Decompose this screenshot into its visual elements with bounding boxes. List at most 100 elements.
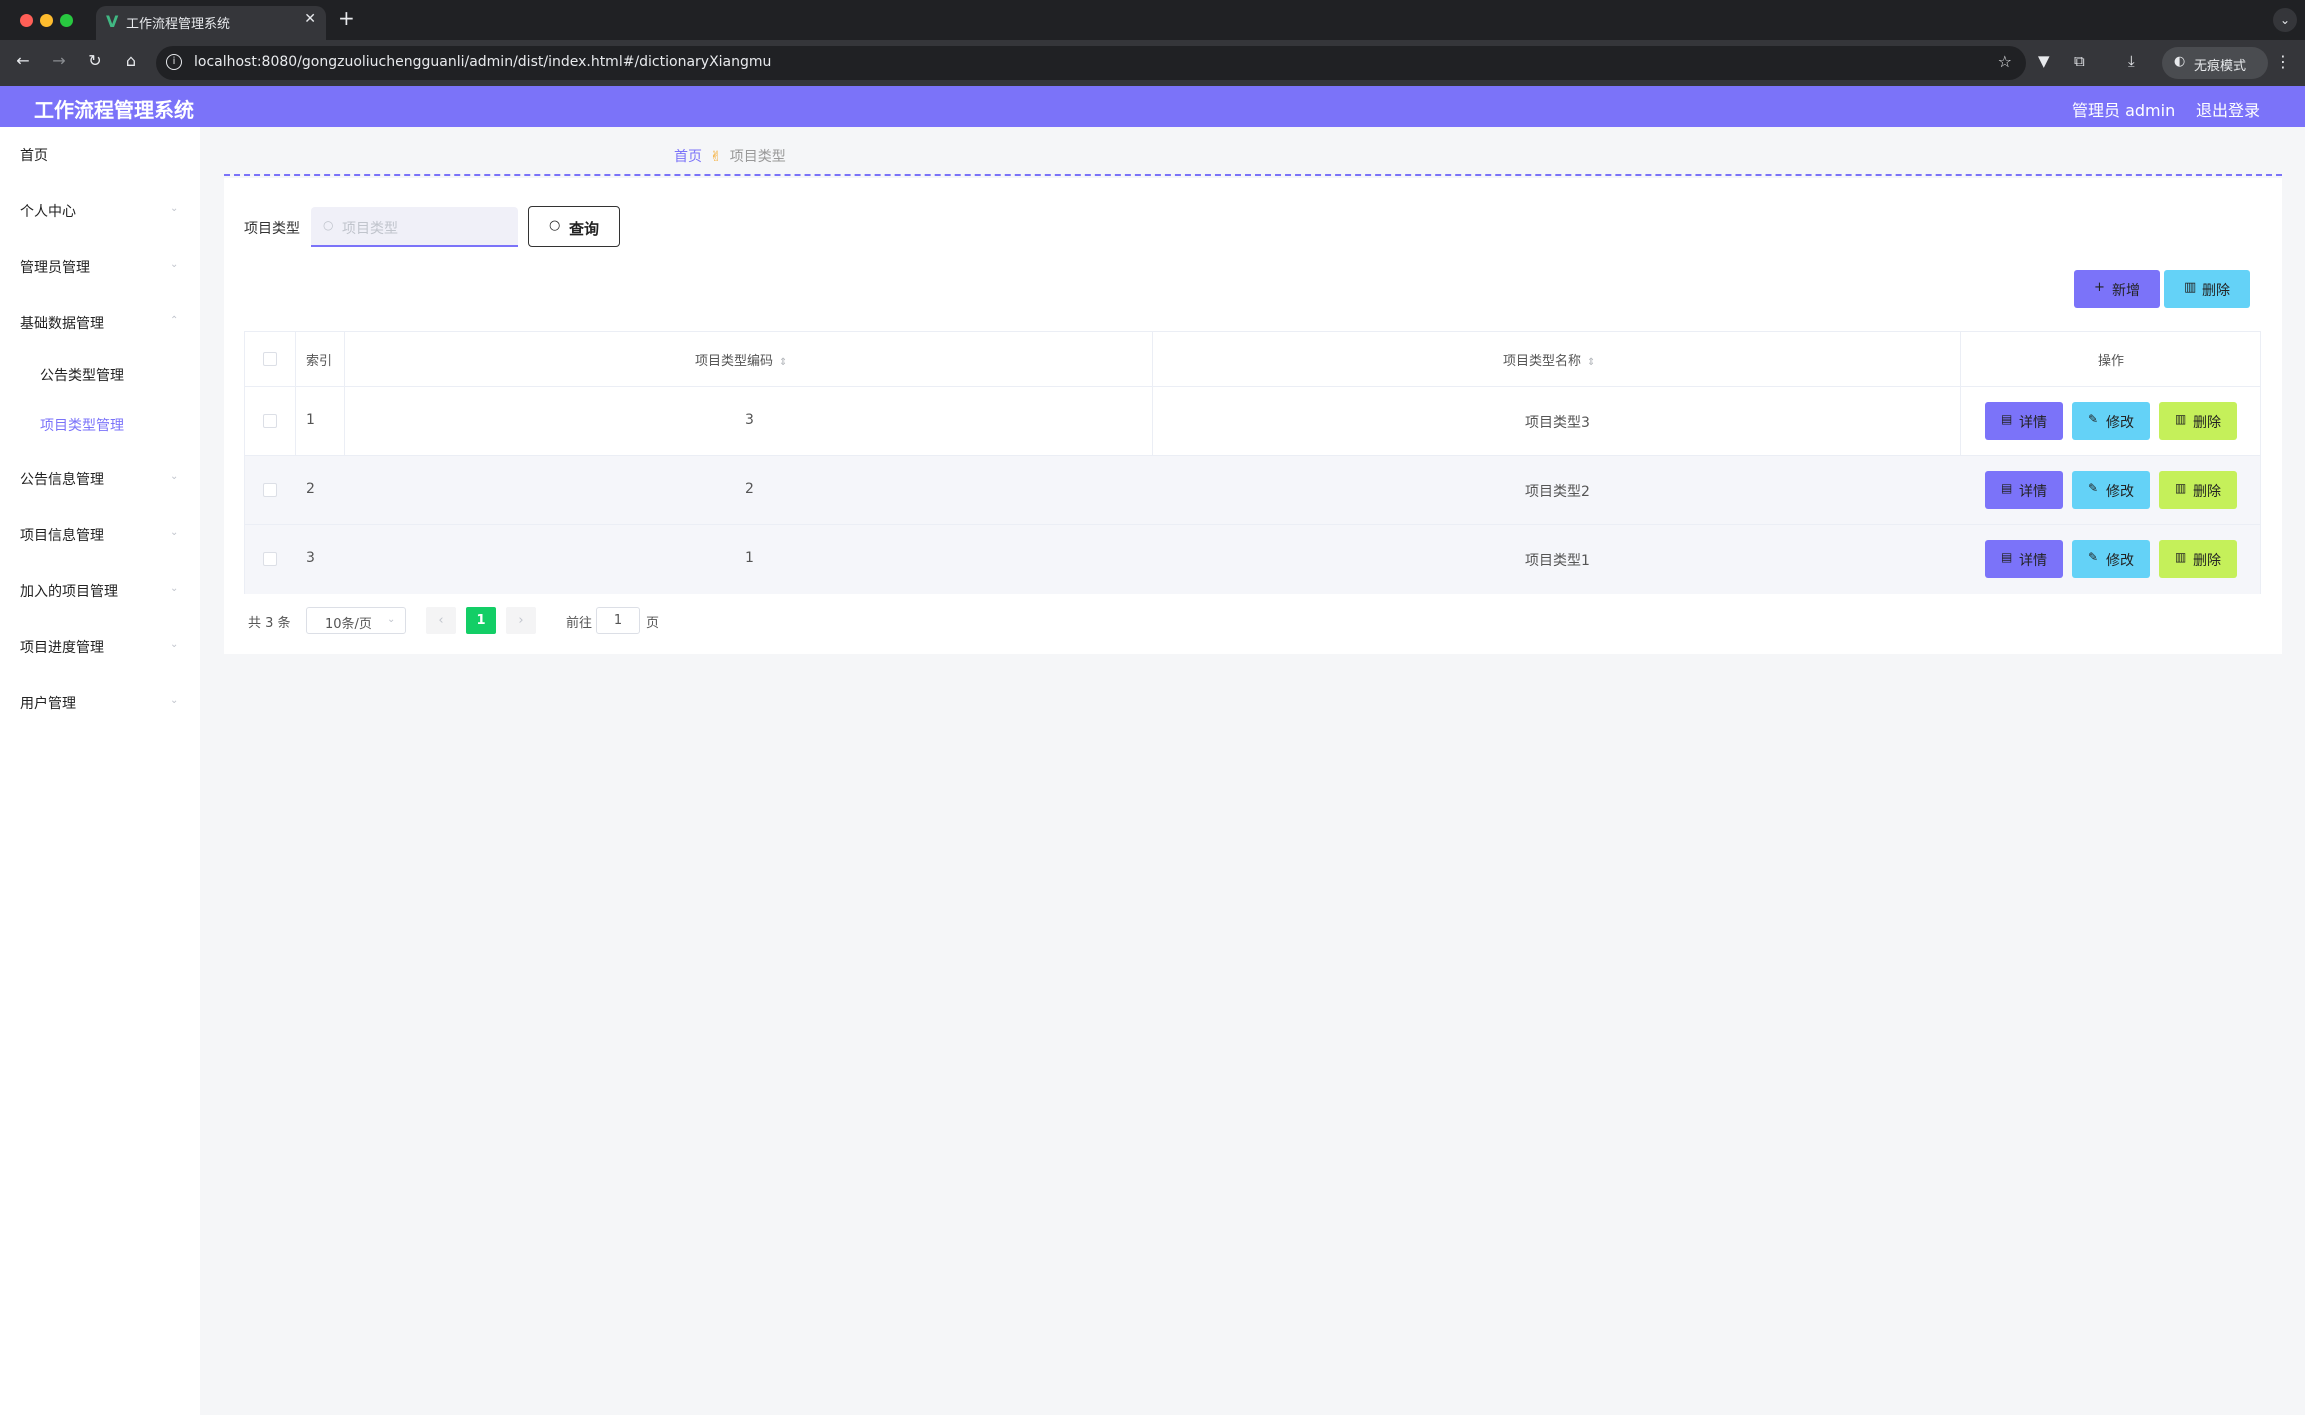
next-page-button[interactable]: › (506, 607, 536, 634)
sidebar-item-user-management[interactable]: 用户管理 (20, 693, 76, 713)
delete-label: 删除 (2193, 484, 2221, 500)
detail-label: 详情 (2019, 553, 2047, 569)
sidebar: 首页 个人中心 ⌄ 管理员管理 ⌄ 基础数据管理 ⌃ 公告类型管理 项目类型管理… (0, 127, 200, 1415)
search-input[interactable]: ○ 项目类型 (311, 207, 518, 247)
sidebar-item-project-progress[interactable]: 项目进度管理 (20, 637, 104, 657)
row-checkbox[interactable] (263, 483, 277, 497)
delete-button[interactable]: ▥ 删除 (2159, 540, 2237, 578)
sidebar-subitem-notice-type[interactable]: 公告类型管理 (40, 365, 124, 385)
home-icon[interactable]: ⌂ (120, 51, 142, 70)
table-header: 索引 项目类型编码 ⇕ 项目类型名称 ⇕ 操作 (245, 332, 2260, 387)
browser-tab[interactable]: V 工作流程管理系统 ✕ (96, 6, 326, 40)
add-button-label: 新增 (2112, 283, 2140, 299)
url-text[interactable]: localhost:8080/gongzuoliuchengguanli/adm… (194, 54, 771, 70)
sort-icon[interactable]: ⇕ (1587, 357, 1595, 368)
new-tab-icon[interactable]: + (338, 6, 355, 30)
column-header-code-label: 项目类型编码 (695, 354, 774, 369)
column-header-name[interactable]: 项目类型名称 ⇕ (1503, 350, 1595, 369)
chevron-down-icon: ⌄ (170, 695, 179, 706)
app-header: 工作流程管理系统 管理员 admin 退出登录 (0, 86, 2305, 127)
edit-button[interactable]: ✎ 修改 (2072, 540, 2150, 578)
delete-button[interactable]: ▥ 删除 (2159, 471, 2237, 509)
sidebar-subitem-project-type[interactable]: 项目类型管理 (40, 415, 124, 435)
edit-button[interactable]: ✎ 修改 (2072, 471, 2150, 509)
bookmark-star-icon[interactable]: ☆ (1998, 52, 2012, 71)
table-row: 3 1 项目类型1 ▤ 详情 ✎ 修改 ▥ 删除 (245, 525, 2260, 594)
tab-search-icon[interactable]: ⌄ (2273, 8, 2297, 32)
detail-label: 详情 (2019, 415, 2047, 431)
back-arrow-icon[interactable]: ← (12, 51, 34, 70)
delete-label: 删除 (2193, 553, 2221, 569)
row-checkbox[interactable] (263, 552, 277, 566)
trash-icon: ▥ (2175, 412, 2187, 426)
cell-index: 1 (306, 412, 315, 428)
url-bar[interactable]: i localhost:8080/gongzuoliuchengguanli/a… (156, 46, 2026, 80)
pagination-total: 共 3 条 (248, 616, 291, 631)
minimize-window-button[interactable] (40, 14, 53, 27)
chevron-down-icon: ⌄ (170, 639, 179, 650)
edit-button[interactable]: ✎ 修改 (2072, 402, 2150, 440)
page-size-select[interactable]: 10条/页 ⌄ (306, 607, 406, 634)
cell-name: 项目类型3 (1525, 415, 1590, 431)
extensions-icon[interactable]: ⧉ (2074, 52, 2085, 70)
incognito-badge[interactable]: ◐ 无痕模式 (2162, 47, 2268, 79)
vue-devtools-icon[interactable]: ▼ (2038, 52, 2050, 70)
cell-index: 2 (306, 481, 315, 497)
column-header-code[interactable]: 项目类型编码 ⇕ (695, 350, 787, 369)
maximize-window-button[interactable] (60, 14, 73, 27)
trash-icon: ▥ (2175, 550, 2187, 564)
query-button[interactable]: ○ 查询 (528, 206, 620, 247)
detail-button[interactable]: ▤ 详情 (1985, 402, 2063, 440)
row-checkbox[interactable] (263, 414, 277, 428)
logout-link[interactable]: 退出登录 (2196, 97, 2260, 121)
pencil-icon: ✎ (2088, 550, 2099, 564)
sidebar-item-admin-management[interactable]: 管理员管理 (20, 257, 90, 277)
query-button-label: 查询 (569, 220, 600, 238)
edit-label: 修改 (2106, 484, 2134, 500)
sidebar-item-notice-info[interactable]: 公告信息管理 (20, 469, 104, 489)
forward-arrow-icon[interactable]: → (48, 51, 70, 70)
browser-menu-icon[interactable]: ⋮ (2275, 52, 2291, 71)
cell-name: 项目类型2 (1525, 484, 1590, 500)
chevron-down-icon: ⌄ (170, 259, 179, 270)
victory-hand-icon: ✌ (710, 149, 722, 165)
trash-icon: ▥ (2175, 481, 2187, 495)
sidebar-item-basic-data[interactable]: 基础数据管理 (20, 313, 104, 333)
sidebar-item-personal-center[interactable]: 个人中心 (20, 201, 76, 221)
column-header-actions: 操作 (2098, 354, 2125, 369)
trash-icon: ▥ (2184, 280, 2197, 295)
tab-close-icon[interactable]: ✕ (304, 11, 316, 27)
data-table: 索引 项目类型编码 ⇕ 项目类型名称 ⇕ 操作 1 3 项目类型3 ▤ 详情 ✎ 修改 … (244, 331, 2261, 594)
cell-code: 3 (745, 412, 754, 428)
add-button[interactable]: + 新增 (2074, 270, 2160, 308)
cell-name: 项目类型1 (1525, 553, 1590, 569)
page-number-current[interactable]: 1 (466, 607, 496, 634)
reload-icon[interactable]: ↻ (84, 51, 106, 70)
chevron-down-icon: ⌄ (170, 203, 179, 214)
chevron-down-icon: ⌄ (170, 583, 179, 594)
breadcrumb: 首页 ✌ 项目类型 (674, 146, 786, 166)
cell-code: 1 (745, 550, 754, 566)
document-icon: ▤ (2001, 481, 2013, 495)
close-window-button[interactable] (20, 14, 33, 27)
sidebar-item-home[interactable]: 首页 (20, 145, 48, 165)
table-row: 1 3 项目类型3 ▤ 详情 ✎ 修改 ▥ 删除 (245, 387, 2260, 456)
cell-code: 2 (745, 481, 754, 497)
select-all-checkbox[interactable] (263, 352, 277, 366)
delete-button-label: 删除 (2202, 283, 2230, 299)
goto-page-input[interactable]: 1 (596, 607, 640, 634)
download-icon[interactable]: ⤓ (2128, 52, 2135, 70)
sort-icon[interactable]: ⇕ (779, 357, 787, 368)
chevron-down-icon: ⌄ (170, 527, 179, 538)
batch-delete-button[interactable]: ▥ 删除 (2164, 270, 2250, 308)
delete-button[interactable]: ▥ 删除 (2159, 402, 2237, 440)
sidebar-item-project-info[interactable]: 项目信息管理 (20, 525, 104, 545)
pencil-icon: ✎ (2088, 481, 2099, 495)
detail-button[interactable]: ▤ 详情 (1985, 471, 2063, 509)
site-info-icon[interactable]: i (166, 54, 182, 70)
detail-button[interactable]: ▤ 详情 (1985, 540, 2063, 578)
prev-page-button[interactable]: ‹ (426, 607, 456, 634)
table-row: 2 2 项目类型2 ▤ 详情 ✎ 修改 ▥ 删除 (245, 456, 2260, 525)
sidebar-item-joined-projects[interactable]: 加入的项目管理 (20, 581, 118, 601)
breadcrumb-home[interactable]: 首页 (674, 149, 702, 165)
